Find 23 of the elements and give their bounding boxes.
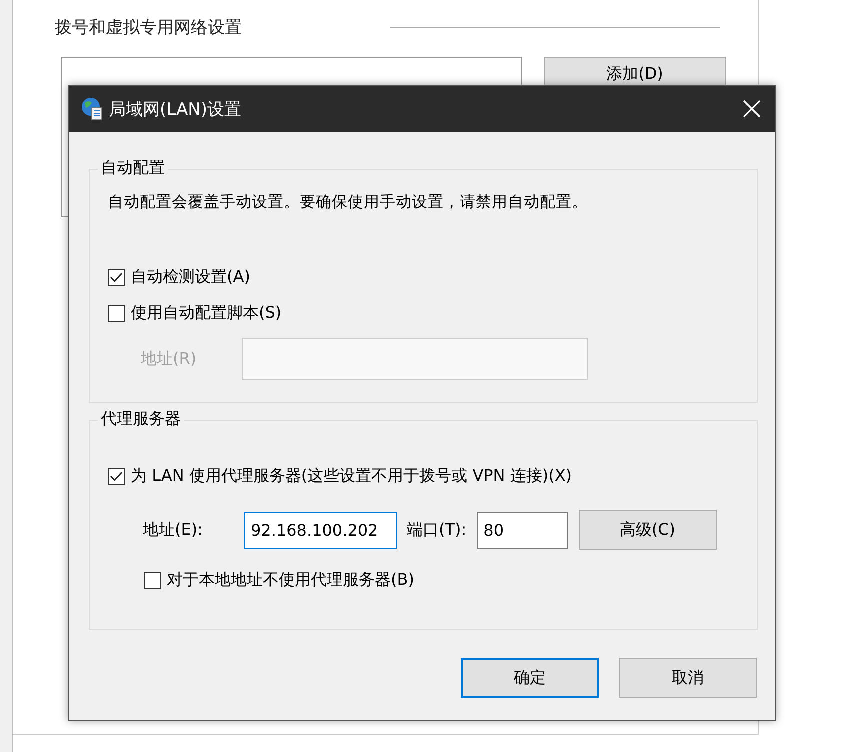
port-field[interactable]: 80 xyxy=(476,512,568,548)
checkbox-label: 为 LAN 使用代理服务器(这些设置不用于拨号或 VPN 连接)(X) xyxy=(131,466,572,487)
ok-button[interactable]: 确定 xyxy=(461,658,599,698)
checkbox-label: 对于本地地址不使用代理服务器(B) xyxy=(167,570,414,591)
description-text: 自动配置会覆盖手动设置。要确保使用手动设置，请禁用自动配置。 xyxy=(108,192,589,213)
advanced-button[interactable]: 高级(C) xyxy=(578,510,717,550)
cancel-button[interactable]: 取消 xyxy=(619,658,757,698)
checkbox[interactable] xyxy=(144,572,161,589)
checkbox[interactable] xyxy=(108,305,125,322)
checkbox[interactable] xyxy=(108,269,125,286)
field-label: 地址(R) xyxy=(141,348,198,370)
section-heading: 拨号和虚拟专用网络设置 xyxy=(55,17,243,39)
window-title: 局域网(LAN)设置 xyxy=(109,98,242,120)
address-field[interactable]: 92.168.100.202 xyxy=(244,512,397,548)
field-label: 地址(E): xyxy=(143,520,204,540)
close-icon[interactable] xyxy=(743,100,761,118)
field-label: 端口(T): xyxy=(407,520,467,540)
checkbox-label: 自动检测设置(A) xyxy=(131,267,250,288)
checkbox[interactable] xyxy=(108,468,125,485)
check-icon xyxy=(110,272,123,283)
globe-icon xyxy=(81,97,103,121)
check-icon xyxy=(110,471,123,482)
checkbox-label: 使用自动配置脚本(S) xyxy=(131,303,282,324)
